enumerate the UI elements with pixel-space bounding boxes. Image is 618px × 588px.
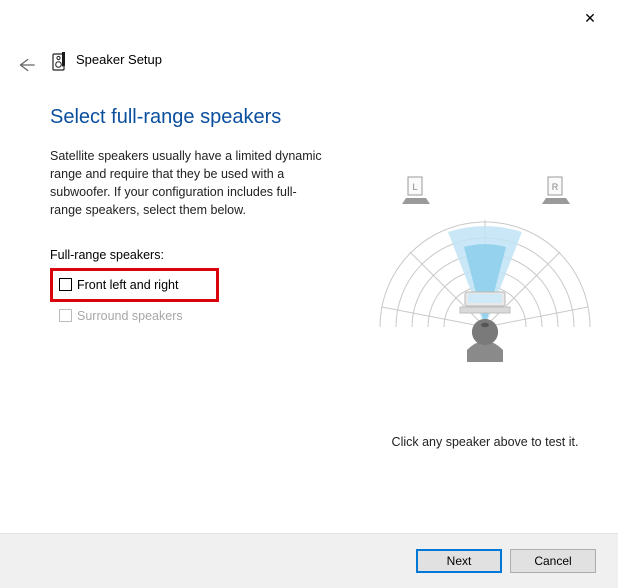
checkbox-icon (59, 278, 72, 291)
right-speaker-icon[interactable]: R (542, 177, 570, 204)
highlight-annotation: Front left and right (50, 268, 219, 302)
back-button[interactable] (14, 54, 36, 76)
checkbox-front-left-right[interactable]: Front left and right (59, 277, 178, 293)
checkbox-icon (59, 309, 72, 322)
cancel-button[interactable]: Cancel (510, 549, 596, 573)
header: Speaker Setup (0, 42, 618, 82)
footer: Next Cancel (0, 533, 618, 588)
svg-text:R: R (552, 182, 559, 192)
speaker-icon (50, 52, 70, 72)
svg-text:L: L (412, 182, 417, 192)
speaker-diagram[interactable]: L R (370, 162, 600, 372)
window-title: Speaker Setup (76, 52, 162, 67)
checkbox-label: Surround speakers (77, 309, 183, 323)
left-speaker-icon[interactable]: L (402, 177, 430, 204)
arrow-left-icon (14, 54, 36, 76)
content-area: Select full-range speakers Satellite spe… (50, 100, 588, 518)
page-description: Satellite speakers usually have a limite… (50, 147, 325, 220)
next-button[interactable]: Next (416, 549, 502, 573)
titlebar: ✕ (0, 0, 618, 36)
checkbox-label: Front left and right (77, 278, 178, 292)
page-heading: Select full-range speakers (50, 106, 588, 129)
diagram-hint: Click any speaker above to test it. (370, 435, 600, 449)
close-button[interactable]: ✕ (580, 8, 600, 28)
